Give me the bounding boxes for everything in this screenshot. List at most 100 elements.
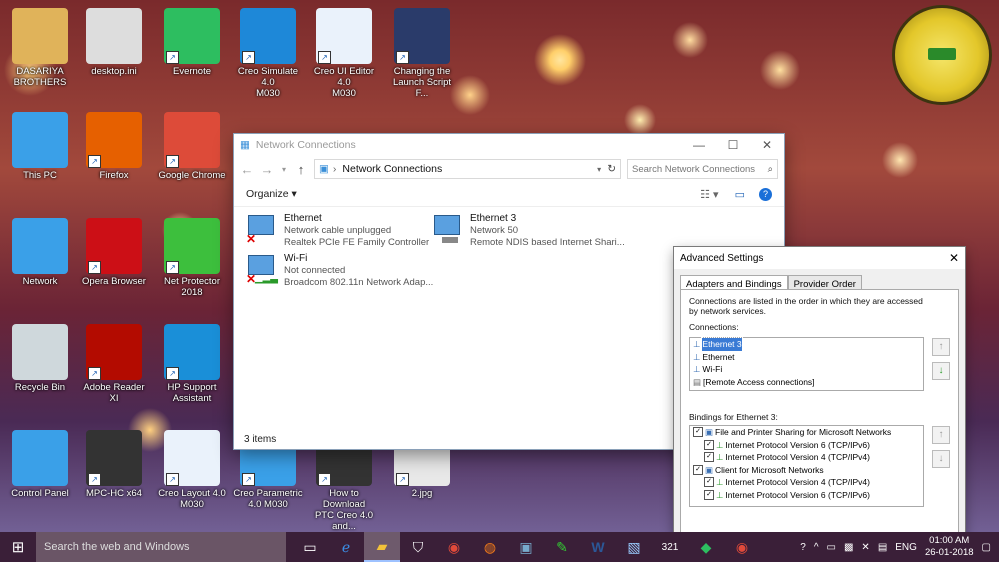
- control-panel-icon: ▣: [319, 163, 329, 175]
- mpc-hc-icon: ↗: [86, 430, 142, 486]
- back-arrow-icon[interactable]: ←: [240, 162, 254, 177]
- windows-start-icon[interactable]: ⊞: [0, 538, 36, 556]
- recycle-bin-icon: [12, 324, 68, 380]
- desktop-icon[interactable]: Recycle Bin: [4, 324, 76, 393]
- refresh-icon[interactable]: ↻: [607, 163, 616, 175]
- list-item[interactable]: ⊥ Ethernet 3: [690, 337, 923, 352]
- close-button[interactable]: ✕: [949, 251, 959, 265]
- signal-bars-icon: ▁▂▃: [254, 273, 278, 284]
- desktop-icon-label: Opera Browser: [82, 276, 146, 287]
- desktop-icon[interactable]: ↗ Creo Layout 4.0 M030: [156, 430, 228, 510]
- system-monitor-widget[interactable]: [895, 8, 989, 102]
- desktop-icon[interactable]: ↗ Opera Browser: [78, 218, 150, 287]
- help-icon[interactable]: ?: [759, 187, 772, 201]
- language-indicator[interactable]: ENG: [895, 542, 917, 553]
- close-button[interactable]: ✕: [750, 138, 784, 152]
- pen-tool-icon[interactable]: ✎: [544, 532, 580, 562]
- forward-arrow-icon[interactable]: →: [260, 162, 274, 177]
- binding-item[interactable]: ✓ ⊥ Internet Protocol Version 4 (TCP/IPv4): [690, 476, 923, 489]
- net-protector-icon: ↗: [164, 218, 220, 274]
- desktop-icon[interactable]: ↗ Net Protector 2018: [156, 218, 228, 298]
- store-icon[interactable]: ⛉: [400, 532, 436, 562]
- binding-move-up-button[interactable]: ↑: [932, 426, 950, 444]
- binding-item[interactable]: ✓ ▣ Client for Microsoft Networks: [690, 464, 923, 477]
- bindings-listbox[interactable]: ✓ ▣ File and Printer Sharing for Microsoft…: [689, 425, 924, 507]
- show-hidden-icons-chevron[interactable]: ^: [814, 542, 819, 553]
- desktop-icon-label: Creo UI Editor 4.0 M030: [313, 66, 375, 99]
- move-down-button[interactable]: ↓: [932, 362, 950, 380]
- desktop-icon[interactable]: This PC: [4, 112, 76, 181]
- checkbox[interactable]: ✓: [693, 427, 703, 438]
- checkbox[interactable]: ✓: [704, 452, 714, 463]
- binding-item[interactable]: ✓ ▣ File and Printer Sharing for Microsoft…: [690, 426, 923, 439]
- checkbox[interactable]: ✓: [704, 489, 714, 500]
- list-item[interactable]: ⊥ Ethernet: [690, 351, 923, 364]
- notifications-icon[interactable]: ▢: [982, 542, 991, 553]
- desktop-icon[interactable]: desktop.ini: [78, 8, 150, 77]
- edge-icon[interactable]: ℯ: [328, 532, 364, 562]
- security-tray-icon[interactable]: ▩: [844, 542, 853, 553]
- desktop-icon[interactable]: DASARIYA BROTHERS: [4, 8, 76, 88]
- organize-button[interactable]: Organize ▾: [246, 188, 297, 200]
- connections-listbox[interactable]: ⊥ Ethernet 3 ⊥ Ethernet ⊥ Wi-Fi ▤ [Remote Ac…: [689, 337, 924, 391]
- desktop-icon-label: Net Protector 2018: [164, 276, 220, 298]
- shortcut-arrow-icon: ↗: [242, 473, 255, 486]
- file-explorer-icon[interactable]: ▰: [364, 532, 400, 562]
- binding-item[interactable]: ✓ ⊥ Internet Protocol Version 6 (TCP/IPv6): [690, 489, 923, 502]
- chrome-icon[interactable]: ◉: [436, 532, 472, 562]
- desktop-icon-label: Network: [22, 276, 58, 287]
- task-view-icon[interactable]: ▭: [292, 532, 328, 562]
- checkbox[interactable]: ✓: [704, 439, 714, 450]
- mpc-hc-icon[interactable]: 321: [652, 532, 688, 562]
- shortcut-arrow-icon: ↗: [242, 51, 255, 64]
- list-item[interactable]: ⊥ Wi-Fi: [690, 363, 923, 376]
- maximize-button[interactable]: ☐: [716, 138, 750, 152]
- minimize-button[interactable]: —: [682, 138, 716, 152]
- binding-item[interactable]: ✓ ⊥ Internet Protocol Version 6 (TCP/IPv6): [690, 439, 923, 452]
- desktop-icon-label: Creo Layout 4.0 M030: [158, 488, 226, 510]
- checkbox[interactable]: ✓: [693, 464, 703, 475]
- binding-item[interactable]: ✓ ⊥ Internet Protocol Version 4 (TCP/IPv4): [690, 451, 923, 464]
- notes-icon[interactable]: ▧: [616, 532, 652, 562]
- desktop-icon[interactable]: ↗ Creo Simulate 4.0 M030: [232, 8, 304, 99]
- desktop-icon[interactable]: ↗ Creo UI Editor 4.0 M030: [308, 8, 380, 99]
- list-item[interactable]: ▤ [Remote Access connections]: [690, 376, 923, 389]
- desktop-icon[interactable]: ↗ HP Support Assistant: [156, 324, 228, 404]
- desktop-icon[interactable]: Control Panel: [4, 430, 76, 499]
- desktop-icon[interactable]: ↗ Evernote: [156, 8, 228, 77]
- firefox-icon[interactable]: ◍: [472, 532, 508, 562]
- connection-ethernet-3[interactable]: Ethernet 3 Network 50 Remote NDIS based …: [432, 213, 625, 249]
- shortcut-arrow-icon: ↗: [318, 473, 331, 486]
- desktop-icon[interactable]: ↗ Adobe Reader XI: [78, 324, 150, 404]
- chrome-icon[interactable]: ◉: [724, 532, 760, 562]
- address-bar[interactable]: ▣ › Network Connections ▾ ↻: [314, 159, 621, 179]
- checkbox[interactable]: ✓: [704, 477, 714, 488]
- desktop-icon[interactable]: Network: [4, 218, 76, 287]
- taskbar-search-input[interactable]: Search the web and Windows: [36, 532, 286, 562]
- connection-ethernet[interactable]: ✕ Ethernet Network cable unplugged Realt…: [246, 213, 429, 249]
- move-up-button[interactable]: ↑: [932, 338, 950, 356]
- network-tray-icon[interactable]: ▭: [827, 542, 836, 553]
- volume-muted-icon[interactable]: ✕: [861, 542, 869, 553]
- help-tray-icon[interactable]: ?: [800, 542, 806, 553]
- clock[interactable]: 01:00 AM 26-01-2018: [925, 535, 974, 559]
- action-center-icon[interactable]: ▤: [878, 542, 887, 553]
- desktop-icon[interactable]: ↗ MPC-HC x64: [78, 430, 150, 499]
- change-view-icon[interactable]: ☷ ▾: [700, 188, 718, 201]
- address-dropdown-icon[interactable]: ▾: [597, 165, 601, 174]
- preview-pane-icon[interactable]: ▭: [735, 188, 745, 201]
- desktop-icon-label: DASARIYA BROTHERS: [13, 66, 67, 88]
- desktop-icon[interactable]: ↗ Google Chrome: [156, 112, 228, 181]
- creo-layout-icon: ↗: [164, 430, 220, 486]
- network-tool-icon[interactable]: ▣: [508, 532, 544, 562]
- connection-wifi[interactable]: ✕ ▁▂▃ Wi-Fi Not connected Broadcom 802.1…: [246, 253, 433, 289]
- desktop-icon[interactable]: ↗ Firefox: [78, 112, 150, 181]
- desktop-icon[interactable]: ↗ Changing the Launch Script F...: [386, 8, 458, 99]
- recent-dropdown-icon[interactable]: ▾: [280, 165, 288, 174]
- binding-move-down-button[interactable]: ↓: [932, 450, 950, 468]
- evernote-icon[interactable]: ◆: [688, 532, 724, 562]
- word-icon[interactable]: W: [580, 532, 616, 562]
- up-arrow-icon[interactable]: ↑: [294, 162, 308, 177]
- breadcrumb[interactable]: Network Connections: [342, 163, 442, 175]
- search-input[interactable]: Search Network Connections ⌕: [627, 159, 778, 179]
